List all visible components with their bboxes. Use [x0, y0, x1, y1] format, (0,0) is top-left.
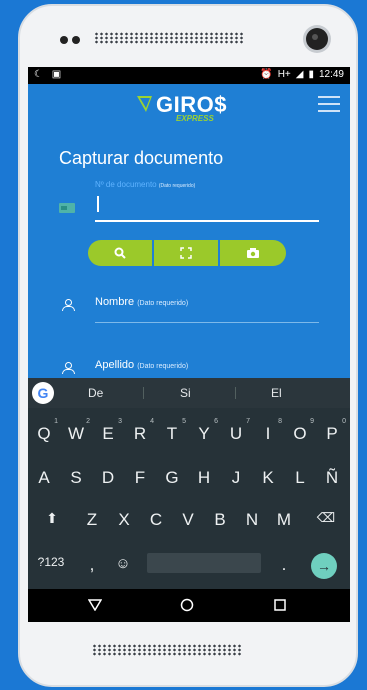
search-icon: [114, 247, 126, 259]
apellido-required-note: (Dato requerido): [137, 363, 189, 370]
symbols-key[interactable]: ?123: [36, 555, 66, 569]
top-speaker: [94, 32, 244, 44]
backspace-icon[interactable]: ⌫: [315, 510, 337, 526]
scan-button[interactable]: [154, 240, 218, 266]
doc-label-text: Nº de documento: [95, 180, 157, 189]
suggestion-divider: [143, 387, 144, 399]
shift-icon[interactable]: ⬆: [41, 510, 63, 527]
network-type: H+: [277, 69, 291, 80]
key-n[interactable]: N: [241, 510, 263, 530]
logo-subtext: EXPRESS: [176, 114, 214, 123]
soft-keyboard: G De Si El Q1 W2 E3 R4 T5 Y6 U7 I8 O9 P0…: [28, 378, 350, 589]
front-camera: [306, 28, 328, 50]
key-i[interactable]: I8: [257, 418, 282, 444]
key-r[interactable]: R4: [129, 418, 154, 444]
key-enye[interactable]: Ñ: [321, 468, 343, 488]
nombre-input-underline[interactable]: [95, 322, 319, 323]
image-icon: ▣: [51, 69, 62, 80]
doc-required-note: (Dato requerido): [158, 183, 196, 189]
nombre-required-note: (Dato requerido): [137, 300, 189, 307]
id-card-icon: [59, 203, 75, 213]
hamburger-menu-icon[interactable]: [318, 96, 340, 112]
capture-button-group: [88, 240, 288, 266]
recents-icon[interactable]: [274, 599, 286, 611]
apellido-label-text: Apellido: [95, 359, 135, 371]
key-m[interactable]: M: [273, 510, 295, 530]
status-bar: ☾ ▣ ⏰ H+ ◢ ▮ 12:49: [28, 67, 350, 84]
key-b[interactable]: B: [209, 510, 231, 530]
person-icon: [62, 362, 75, 374]
sensor-dots: [60, 36, 84, 44]
key-period[interactable]: .: [273, 555, 295, 575]
leaf-icon: [137, 96, 152, 112]
nombre-label-text: Nombre: [95, 296, 135, 308]
key-o[interactable]: O9: [289, 418, 314, 444]
key-j[interactable]: J: [225, 468, 247, 488]
camera-button[interactable]: [220, 240, 286, 266]
space-bar[interactable]: [147, 553, 261, 573]
device-screen: ☾ ▣ ⏰ H+ ◢ ▮ 12:49 GIRO$ EXPRESS Captura…: [28, 67, 350, 622]
scan-icon: [180, 247, 192, 259]
clock: 12:49: [318, 69, 344, 80]
key-h[interactable]: H: [193, 468, 215, 488]
alarm-icon: ⏰: [260, 69, 273, 80]
key-g[interactable]: G: [161, 468, 183, 488]
bottom-speaker: [92, 644, 242, 656]
search-button[interactable]: [88, 240, 152, 266]
battery-icon: ▮: [308, 69, 314, 80]
key-w[interactable]: W2: [65, 418, 90, 444]
text-cursor: [97, 196, 99, 212]
page-title: Capturar documento: [59, 148, 224, 168]
document-number-input[interactable]: [95, 192, 319, 222]
suggestion-2[interactable]: Si: [180, 386, 191, 400]
key-u[interactable]: U7: [225, 418, 250, 444]
key-v[interactable]: V: [177, 510, 199, 530]
suggestion-3[interactable]: El: [271, 386, 282, 400]
key-q[interactable]: Q1: [33, 418, 58, 444]
suggestion-1[interactable]: De: [88, 386, 103, 400]
key-p[interactable]: P0: [321, 418, 346, 444]
status-left-icons: ☾ ▣: [34, 69, 61, 80]
camera-icon: [247, 248, 259, 258]
doc-field-label: Nº de documento (Dato requerido): [95, 180, 195, 189]
key-z[interactable]: Z: [81, 510, 103, 530]
home-icon[interactable]: [180, 598, 194, 612]
back-icon[interactable]: [88, 599, 102, 611]
key-a[interactable]: A: [33, 468, 55, 488]
key-k[interactable]: K: [257, 468, 279, 488]
key-c[interactable]: C: [145, 510, 167, 530]
emoji-icon[interactable]: ☺: [112, 555, 134, 572]
person-icon: [62, 299, 75, 311]
key-d[interactable]: D: [97, 468, 119, 488]
moon-icon: ☾: [34, 69, 43, 80]
giros-express-logo: GIRO$ EXPRESS: [136, 92, 236, 128]
apellido-label[interactable]: Apellido (Dato requerido): [95, 359, 188, 371]
app-content: GIRO$ EXPRESS Capturar documento Nº de d…: [28, 84, 350, 378]
suggestion-strip: G De Si El: [28, 378, 350, 408]
enter-arrow-icon[interactable]: →: [311, 553, 337, 579]
key-comma[interactable]: ,: [81, 555, 103, 575]
key-f[interactable]: F: [129, 468, 151, 488]
key-t[interactable]: T5: [161, 418, 186, 444]
key-l[interactable]: L: [289, 468, 311, 488]
signal-icon: ◢: [295, 69, 304, 80]
key-x[interactable]: X: [113, 510, 135, 530]
suggestion-divider: [235, 387, 236, 399]
key-s[interactable]: S: [65, 468, 87, 488]
key-y[interactable]: Y6: [193, 418, 218, 444]
status-right-icons: ⏰ H+ ◢ ▮ 12:49: [260, 69, 344, 80]
nombre-label[interactable]: Nombre (Dato requerido): [95, 296, 188, 308]
navigation-bar: [28, 589, 350, 622]
google-g-icon[interactable]: G: [32, 382, 54, 404]
key-e[interactable]: E3: [97, 418, 122, 444]
